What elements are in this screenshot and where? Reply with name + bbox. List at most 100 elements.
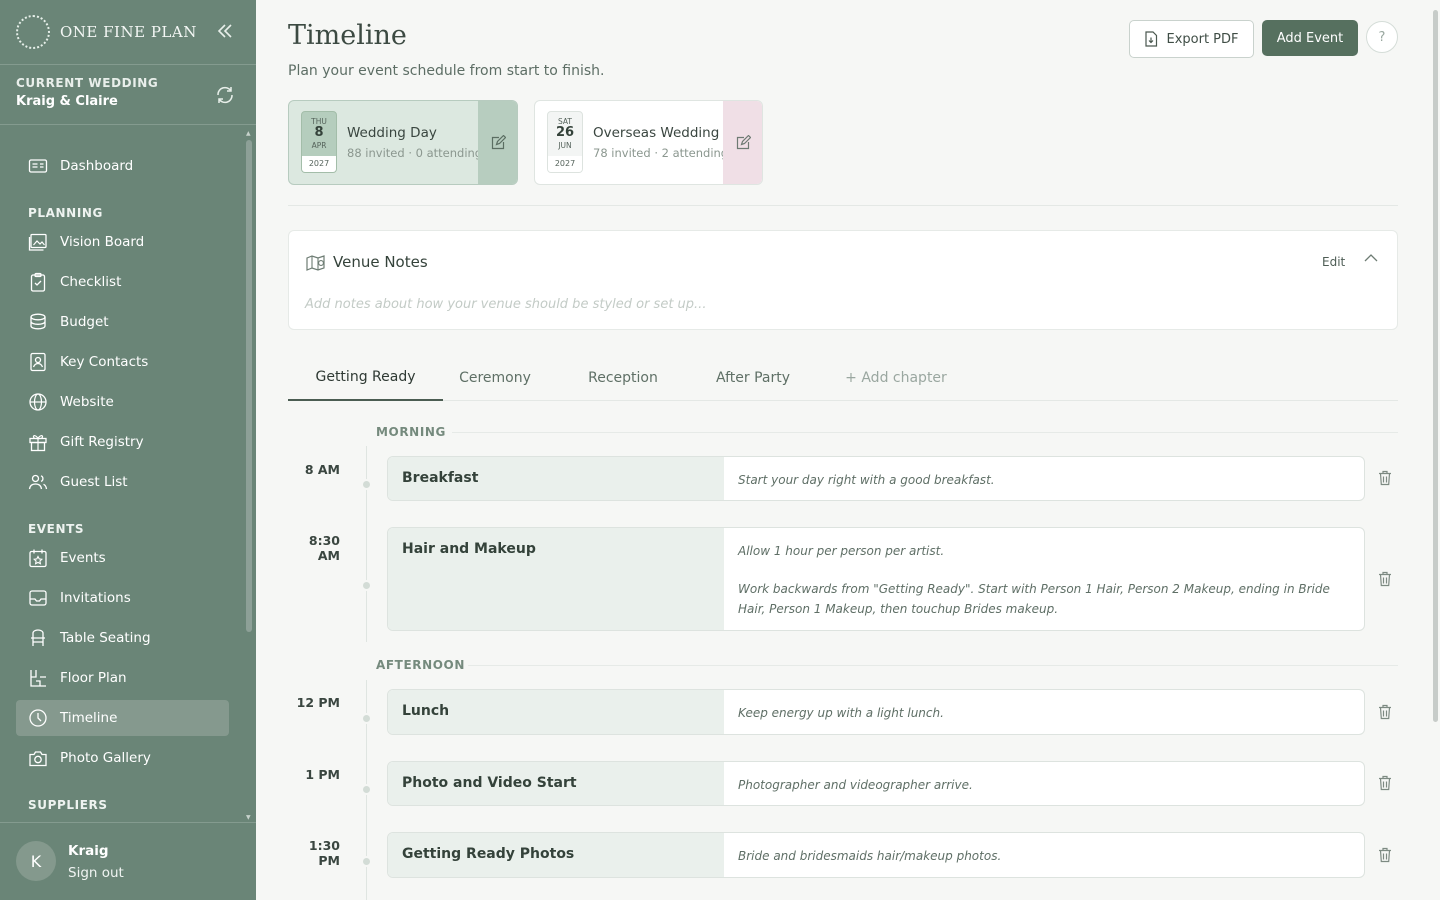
sidebar-item-vision-board[interactable]: Vision Board bbox=[16, 224, 229, 260]
trash-icon[interactable] bbox=[1378, 571, 1392, 587]
event-date-badge: THU 8 APR 2027 bbox=[301, 111, 337, 173]
sidebar-item-label: Floor Plan bbox=[60, 670, 127, 686]
add-chapter-tab[interactable]: + Add chapter bbox=[836, 355, 956, 400]
section-line bbox=[452, 432, 1398, 433]
row-description: Keep energy up with a light lunch. bbox=[724, 690, 1364, 734]
sidebar-item-floor-plan[interactable]: Floor Plan bbox=[16, 660, 229, 696]
event-card-wedding-day[interactable]: THU 8 APR 2027 Wedding Day 88 invited · … bbox=[288, 100, 518, 185]
row-description-text: Photographer and videographer arrive. bbox=[738, 778, 973, 792]
export-pdf-label: Export PDF bbox=[1166, 31, 1239, 47]
tab-after-party[interactable]: After Party bbox=[698, 355, 808, 400]
timeline-dot bbox=[361, 713, 372, 724]
row-time: 8:30 AM bbox=[308, 533, 340, 563]
event-month: JUN bbox=[558, 141, 572, 150]
current-wedding-title: CURRENT WEDDING bbox=[16, 76, 159, 90]
event-date-badge: SAT 26 JUN 2027 bbox=[547, 111, 583, 173]
event-month: APR bbox=[311, 141, 327, 150]
export-pdf-button[interactable]: Export PDF bbox=[1129, 20, 1254, 58]
trash-icon[interactable] bbox=[1378, 847, 1392, 863]
sidebar-item-invitations[interactable]: Invitations bbox=[16, 580, 229, 616]
sidebar-scrollbar[interactable] bbox=[246, 140, 252, 632]
page-title: Timeline bbox=[288, 20, 407, 51]
sidebar-item-photo-gallery[interactable]: Photo Gallery bbox=[16, 740, 229, 776]
timeline-dot bbox=[361, 580, 372, 591]
timeline-row[interactable]: Hair and Makeup Allow 1 hour per person … bbox=[387, 527, 1365, 631]
row-time: 1 PM bbox=[305, 767, 340, 782]
event-meta: 78 invited · 2 attending bbox=[593, 146, 729, 160]
scroll-up-icon[interactable]: ▲ bbox=[246, 130, 252, 137]
sidebar-item-gift-registry[interactable]: Gift Registry bbox=[16, 424, 229, 460]
add-event-button[interactable]: Add Event bbox=[1262, 20, 1358, 56]
timeline-row[interactable]: Photo and Video Start Photographer and v… bbox=[387, 761, 1365, 806]
edit-event-button[interactable] bbox=[723, 101, 762, 184]
clipboard-check-icon bbox=[30, 272, 46, 292]
sidebar-item-key-contacts[interactable]: Key Contacts bbox=[16, 344, 229, 380]
sidebar-item-label: Key Contacts bbox=[60, 354, 149, 370]
avatar[interactable]: K bbox=[16, 841, 56, 881]
event-day: 8 bbox=[314, 125, 324, 140]
row-title: Hair and Makeup bbox=[388, 528, 724, 630]
tab-getting-ready[interactable]: Getting Ready bbox=[288, 355, 443, 401]
timeline-row[interactable]: Breakfast Start your day right with a go… bbox=[387, 456, 1365, 501]
tab-reception[interactable]: Reception bbox=[571, 355, 675, 400]
event-card-overseas-wedding[interactable]: SAT 26 JUN 2027 Overseas Wedding 78 invi… bbox=[534, 100, 763, 185]
row-description-text: Work backwards from "Getting Ready". Sta… bbox=[738, 582, 1330, 616]
sidebar-divider bbox=[0, 124, 256, 125]
row-description: Photographer and videographer arrive. bbox=[724, 762, 1364, 805]
sidebar-item-guest-list[interactable]: Guest List bbox=[16, 464, 229, 500]
timeline-row[interactable]: Lunch Keep energy up with a light lunch. bbox=[387, 689, 1365, 735]
floor-plan-icon bbox=[30, 670, 46, 687]
row-title: Lunch bbox=[388, 690, 724, 734]
chevron-up-icon[interactable] bbox=[1363, 252, 1379, 264]
sidebar-item-website[interactable]: Website bbox=[16, 384, 229, 420]
sidebar-item-budget[interactable]: Budget bbox=[16, 304, 229, 340]
edit-event-button[interactable] bbox=[478, 101, 517, 184]
row-description-text: Bride and bridesmaids hair/makeup photos… bbox=[738, 849, 1002, 863]
sidebar-item-label: Gift Registry bbox=[60, 434, 144, 450]
trash-icon[interactable] bbox=[1378, 775, 1392, 791]
globe-icon bbox=[29, 393, 47, 411]
venue-notes-placeholder[interactable]: Add notes about how your venue should be… bbox=[305, 297, 706, 312]
sidebar-item-checklist[interactable]: Checklist bbox=[16, 264, 229, 300]
venue-notes-card: Venue Notes Edit Add notes about how you… bbox=[288, 230, 1398, 330]
row-description: Allow 1 hour per person per artist. Work… bbox=[724, 528, 1364, 630]
event-year: 2027 bbox=[548, 156, 582, 172]
edit-icon bbox=[491, 134, 506, 149]
timeline-row[interactable]: Getting Ready Photos Bride and bridesmai… bbox=[387, 832, 1365, 878]
brand-logo-icon bbox=[16, 15, 50, 49]
page-subtitle: Plan your event schedule from start to f… bbox=[288, 63, 605, 79]
row-title: Breakfast bbox=[388, 457, 724, 500]
image-icon bbox=[28, 233, 47, 251]
event-year: 2027 bbox=[302, 156, 336, 172]
sidebar-item-timeline[interactable]: Timeline bbox=[16, 700, 229, 736]
clock-icon bbox=[29, 709, 47, 727]
sign-out-link[interactable]: Sign out bbox=[68, 865, 124, 881]
section-line bbox=[468, 665, 1398, 666]
help-icon[interactable]: ? bbox=[1366, 21, 1398, 53]
brand-name: ONE FINE PLAN bbox=[60, 23, 197, 41]
edit-icon bbox=[736, 134, 751, 149]
collapse-sidebar-icon[interactable] bbox=[216, 21, 234, 41]
dashboard-icon bbox=[28, 159, 48, 173]
sidebar-item-dashboard[interactable]: Dashboard bbox=[16, 148, 229, 184]
row-title: Photo and Video Start bbox=[388, 762, 724, 805]
scroll-down-icon[interactable]: ▼ bbox=[246, 814, 252, 821]
nav-section-suppliers: SUPPLIERS bbox=[28, 798, 108, 812]
user-name: Kraig bbox=[68, 843, 109, 859]
sidebar-item-events[interactable]: Events bbox=[16, 540, 229, 576]
sidebar-item-label: Table Seating bbox=[60, 630, 151, 646]
venue-edit-link[interactable]: Edit bbox=[1322, 255, 1345, 269]
trash-icon[interactable] bbox=[1378, 704, 1392, 720]
tab-ceremony[interactable]: Ceremony bbox=[443, 355, 547, 400]
main-scrollbar[interactable] bbox=[1433, 10, 1438, 722]
sidebar-item-label: Website bbox=[60, 394, 114, 410]
brand[interactable]: ONE FINE PLAN bbox=[16, 14, 197, 50]
switch-wedding-icon[interactable] bbox=[214, 84, 236, 106]
sidebar-item-label: Guest List bbox=[60, 474, 128, 490]
sidebar-item-table-seating[interactable]: Table Seating bbox=[16, 620, 229, 656]
trash-icon[interactable] bbox=[1378, 470, 1392, 486]
timeline-dot bbox=[361, 856, 372, 867]
row-description: Start your day right with a good breakfa… bbox=[724, 457, 1364, 500]
sidebar-item-label: Photo Gallery bbox=[60, 750, 151, 766]
sidebar-item-label: Timeline bbox=[60, 710, 118, 726]
